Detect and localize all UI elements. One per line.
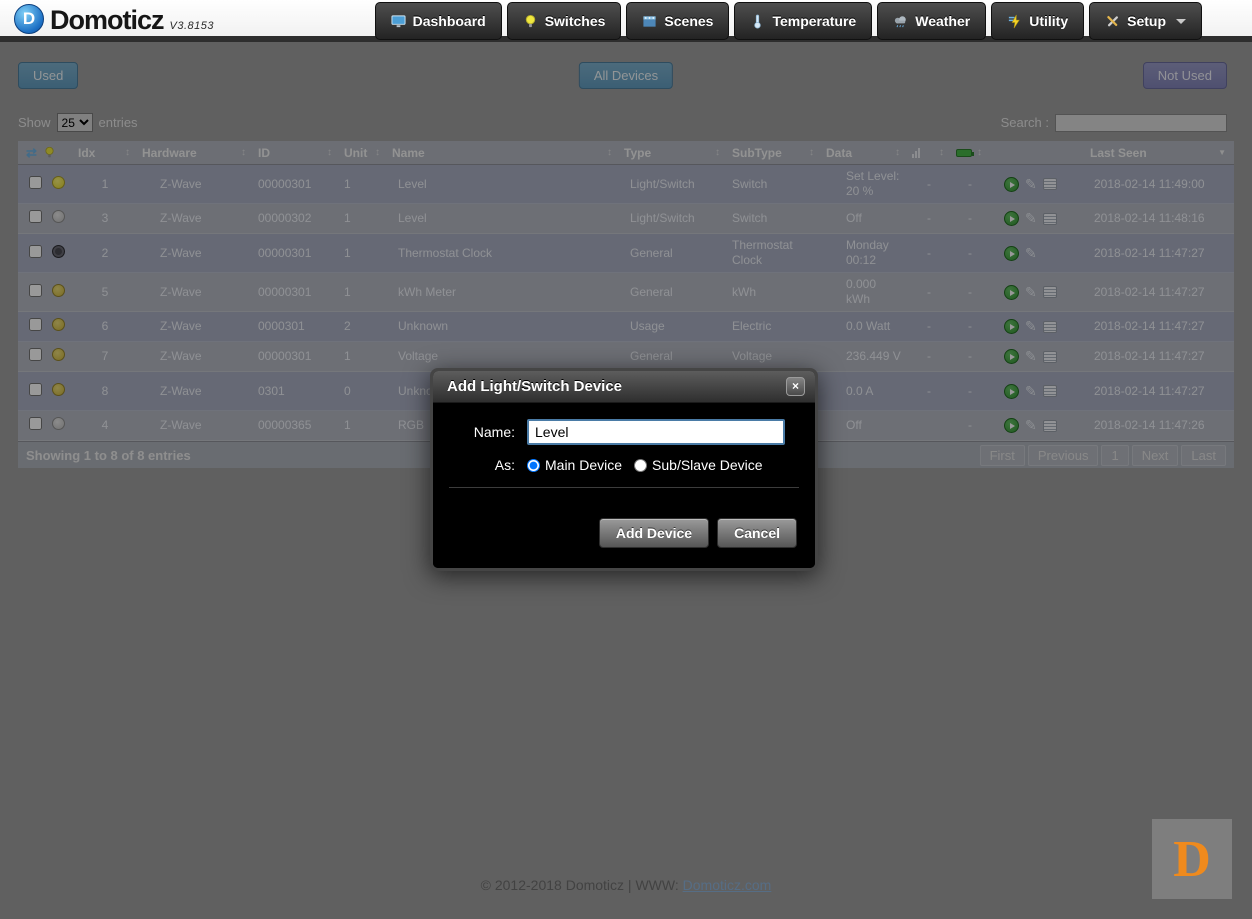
nav-label: Temperature <box>772 13 856 29</box>
brand-version: V3.8153 <box>170 20 214 35</box>
nav-label: Dashboard <box>413 13 486 29</box>
chevron-down-icon <box>1176 19 1186 24</box>
brand: D Domoticz V3.8153 <box>14 4 214 35</box>
top-navbar: D Domoticz V3.8153 Dashboard Switches Sc… <box>0 0 1252 42</box>
dialog-titlebar: Add Light/Switch Device × <box>433 371 815 403</box>
main-nav: Dashboard Switches Scenes Temperature We… <box>375 2 1202 40</box>
add-device-button[interactable]: Add Device <box>599 518 709 548</box>
name-field-row: Name: <box>449 419 799 445</box>
main-device-option[interactable]: Main Device <box>527 457 622 473</box>
dialog-body: Name: As: Main Device Sub/Slave Device <box>433 403 815 502</box>
nav-label: Setup <box>1127 13 1166 29</box>
sub-slave-device-radio[interactable] <box>634 459 647 472</box>
watermark-badge: D <box>1152 819 1232 899</box>
nav-label: Scenes <box>664 13 713 29</box>
dashboard-icon <box>391 14 406 29</box>
weather-icon <box>893 14 908 29</box>
nav-label: Weather <box>915 13 970 29</box>
nav-item-temperature[interactable]: Temperature <box>734 2 872 40</box>
nav-item-dashboard[interactable]: Dashboard <box>375 2 502 40</box>
sub-slave-device-label: Sub/Slave Device <box>652 457 763 473</box>
as-label: As: <box>449 457 527 473</box>
nav-label: Utility <box>1029 13 1068 29</box>
nav-item-setup[interactable]: Setup <box>1089 2 1202 40</box>
device-name-input[interactable] <box>527 419 785 445</box>
domoticz-logo-icon: D <box>14 4 44 34</box>
brand-name: Domoticz <box>50 5 164 35</box>
dialog-footer: Add Device Cancel <box>433 502 815 568</box>
as-field-row: As: Main Device Sub/Slave Device <box>449 457 799 473</box>
thermometer-icon <box>750 14 765 29</box>
add-device-dialog: Add Light/Switch Device × Name: As: Main… <box>430 368 818 571</box>
main-device-label: Main Device <box>545 457 622 473</box>
nav-item-utility[interactable]: Utility <box>991 2 1084 40</box>
dialog-separator <box>449 487 799 488</box>
close-icon[interactable]: × <box>786 377 805 396</box>
device-role-radio-group: Main Device Sub/Slave Device <box>527 457 763 473</box>
main-device-radio[interactable] <box>527 459 540 472</box>
scenes-icon <box>642 14 657 29</box>
dialog-title: Add Light/Switch Device <box>447 378 622 395</box>
name-label: Name: <box>449 424 527 440</box>
nav-item-weather[interactable]: Weather <box>877 2 986 40</box>
nav-item-switches[interactable]: Switches <box>507 2 622 40</box>
cancel-button[interactable]: Cancel <box>717 518 797 548</box>
nav-label: Switches <box>545 13 606 29</box>
nav-item-scenes[interactable]: Scenes <box>626 2 729 40</box>
watermark-letter: D <box>1173 830 1211 889</box>
tools-icon <box>1105 14 1120 29</box>
bulb-icon <box>523 14 538 29</box>
sub-slave-device-option[interactable]: Sub/Slave Device <box>634 457 763 473</box>
lightning-icon <box>1007 14 1022 29</box>
